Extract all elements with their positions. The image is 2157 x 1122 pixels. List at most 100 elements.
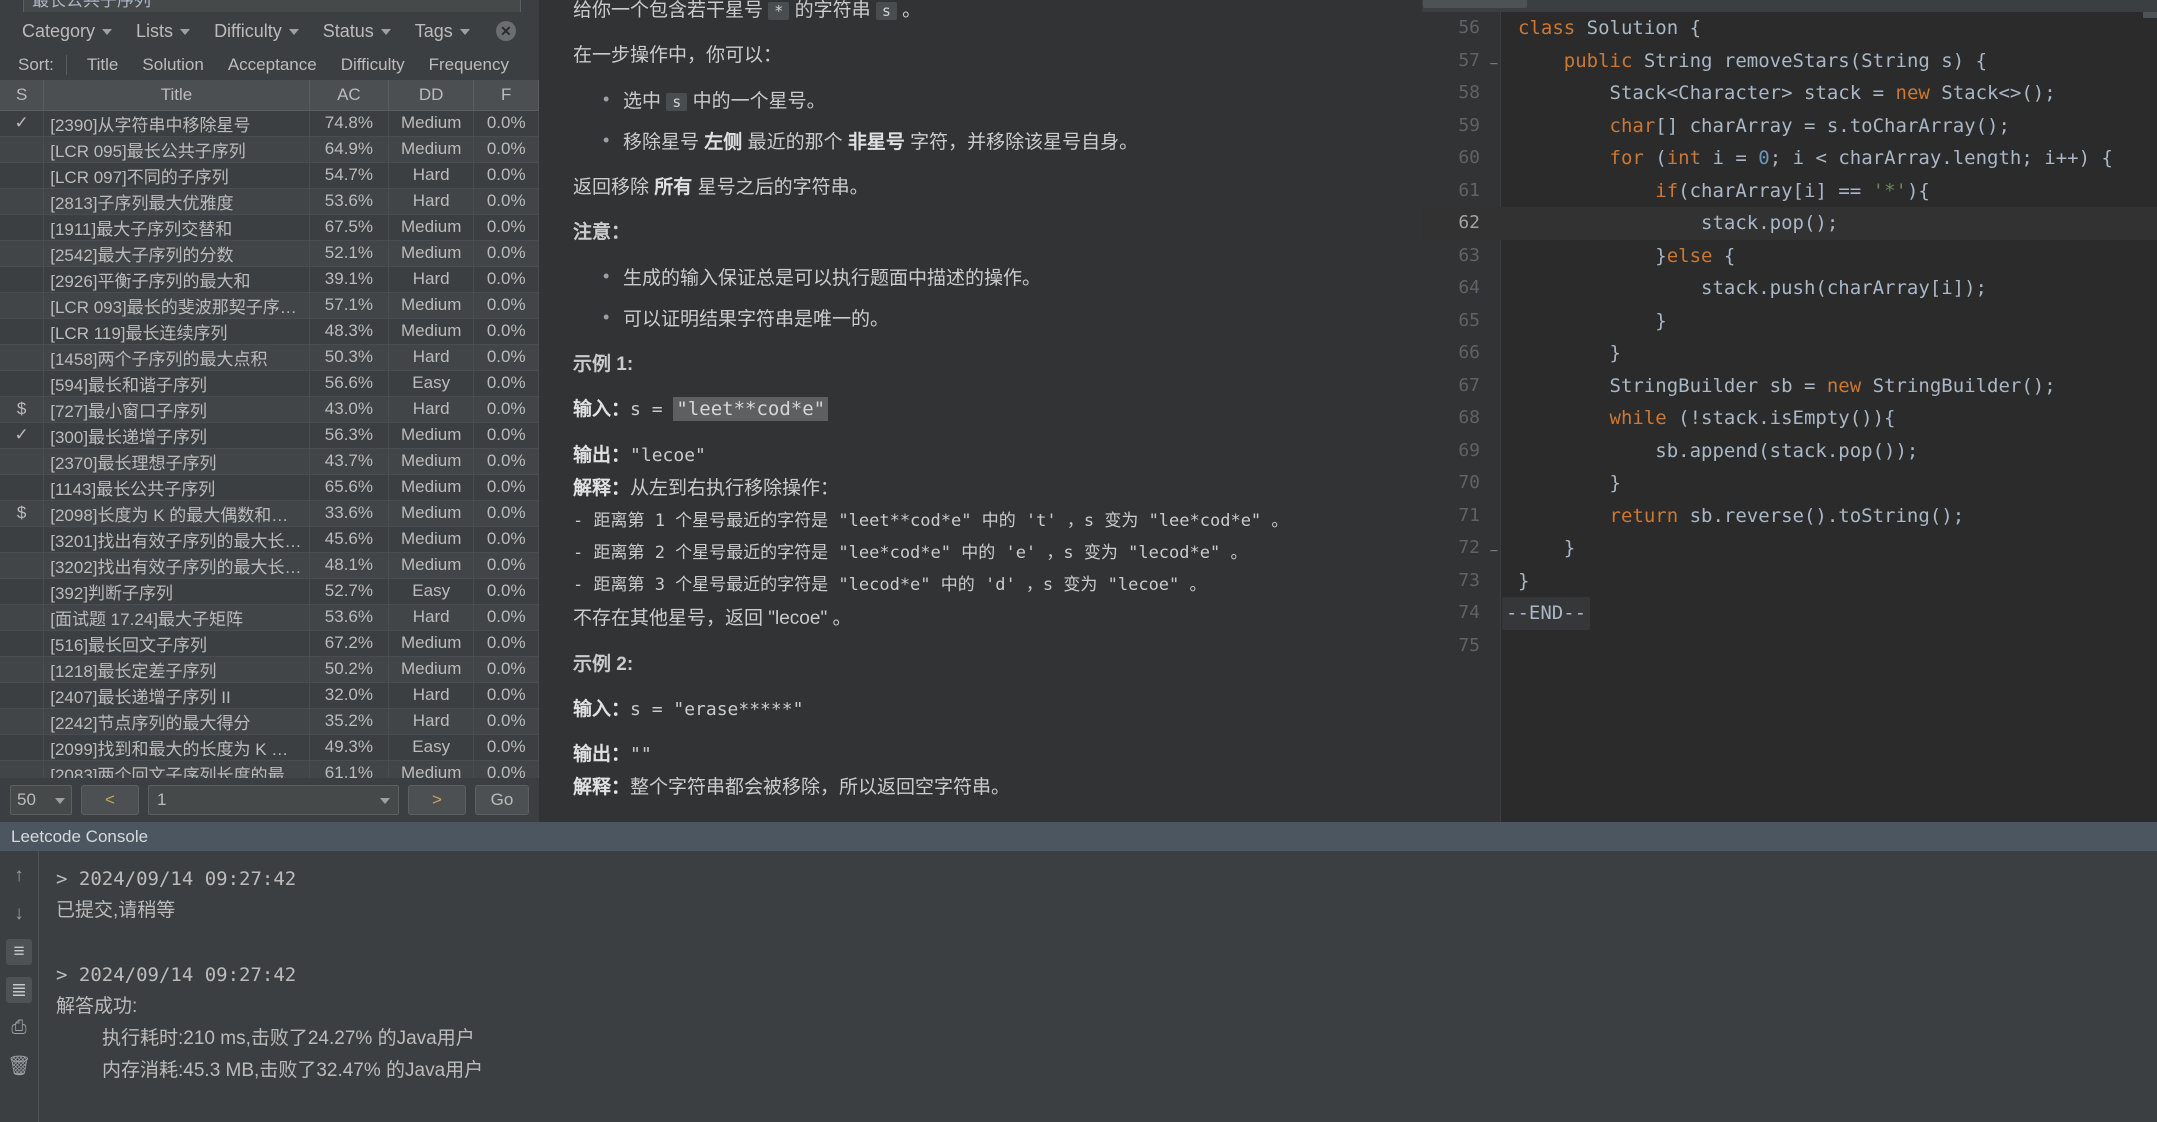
- code-line[interactable]: 64 stack.push(charArray[i]);: [1422, 272, 2157, 305]
- cell-acceptance: 61.1%: [309, 760, 389, 778]
- bullet1-bold2: 非星号: [847, 131, 905, 153]
- code-editor-panel[interactable]: 56 class Solution {57− public String remo…: [1422, 0, 2157, 822]
- editor-tab[interactable]: [1423, 0, 1527, 8]
- column-header-status[interactable]: S: [0, 80, 45, 111]
- code-content[interactable]: 56 class Solution {57− public String remo…: [1422, 12, 2157, 822]
- example1-input-value: "leet**cod*e": [673, 397, 829, 422]
- code-line[interactable]: 65 }: [1422, 305, 2157, 338]
- table-row[interactable]: [1458]两个子序列的最大点积 50.3% Hard 0.0%: [0, 344, 539, 371]
- sort-difficulty[interactable]: Difficulty: [329, 55, 417, 75]
- table-row[interactable]: ✓ [2390]从字符串中移除星号 74.8% Medium 0.0%: [0, 110, 539, 137]
- prev-page-button[interactable]: <: [81, 785, 139, 815]
- code-line[interactable]: 56 class Solution {: [1422, 12, 2157, 45]
- bullet1-b: 最近的那个: [742, 131, 848, 153]
- console-output[interactable]: > 2024/09/14 09:27:42 已提交,请稍等 > 2024/09/…: [46, 851, 2157, 1122]
- column-header-dd[interactable]: DD: [388, 80, 475, 111]
- table-row[interactable]: [面试题 17.24]最大子矩阵 53.6% Hard 0.0%: [0, 604, 539, 631]
- filter-difficulty[interactable]: Difficulty: [202, 19, 311, 44]
- clear-filters-icon[interactable]: ✕: [495, 21, 516, 41]
- table-row[interactable]: ✓ [300]最长递增子序列 56.3% Medium 0.0%: [0, 422, 539, 449]
- scroll-to-end-icon[interactable]: ≣: [6, 977, 32, 1003]
- column-header-f[interactable]: F: [473, 80, 539, 111]
- fold-toggle-icon[interactable]: −: [1488, 48, 1500, 81]
- cell-difficulty: Medium: [388, 240, 475, 267]
- table-row[interactable]: $ [2098]长度为 K 的最大偶数和子序列 33.6% Medium 0.0%: [0, 500, 539, 527]
- table-row[interactable]: [3202]找出有效子序列的最大长度 II 48.1% Medium 0.0%: [0, 552, 539, 579]
- go-button[interactable]: Go: [475, 785, 529, 815]
- cell-title: [面试题 17.24]最大子矩阵: [43, 604, 310, 631]
- example2-output: 输出："": [573, 738, 1388, 771]
- search-input[interactable]: 最长公共子序列: [23, 0, 521, 12]
- code-line[interactable]: 70 }: [1422, 467, 2157, 500]
- cell-status: $: [0, 500, 45, 527]
- sort-title[interactable]: Title: [75, 55, 131, 75]
- code-line[interactable]: 71 return sb.reverse().toString();: [1422, 500, 2157, 533]
- table-row[interactable]: [516]最长回文子序列 67.2% Medium 0.0%: [0, 630, 539, 657]
- filter-tags[interactable]: Tags: [403, 19, 482, 44]
- table-row[interactable]: [LCR 093]最长的斐波那契子序列的... 57.1% Medium 0.0%: [0, 292, 539, 319]
- cell-title: [2370]最长理想子序列: [43, 448, 310, 475]
- page-size-select[interactable]: 50: [10, 785, 72, 815]
- fold-toggle-icon[interactable]: −: [1488, 535, 1500, 568]
- code-line[interactable]: 60 for (int i = 0; i < charArray.length;…: [1422, 142, 2157, 175]
- table-row[interactable]: [LCR 097]不同的子序列 54.7% Hard 0.0%: [0, 162, 539, 189]
- problem-description-panel[interactable]: 给你一个包含若干星号 * 的字符串 s 。 在一步操作中，你可以： 选中 s 中…: [539, 0, 1422, 822]
- next-page-button[interactable]: >: [408, 785, 466, 815]
- table-row[interactable]: [2813]子序列最大优雅度 53.6% Hard 0.0%: [0, 188, 539, 215]
- code-line[interactable]: 62 stack.pop();: [1422, 207, 2157, 240]
- code-line[interactable]: 58 Stack<Character> stack = new Stack<>(…: [1422, 77, 2157, 110]
- code-line[interactable]: 68 while (!stack.isEmpty()){: [1422, 402, 2157, 435]
- table-row[interactable]: [1911]最大子序列交替和 67.5% Medium 0.0%: [0, 214, 539, 241]
- column-header-ac[interactable]: AC: [309, 80, 389, 111]
- note-item: 生成的输入保证总是可以执行题面中描述的操作。: [603, 260, 1388, 295]
- problem-table: S Title AC DD F ✓ [2390]从字符串中移除星号 74.8% Med…: [0, 80, 539, 778]
- column-header-title[interactable]: Title: [43, 80, 310, 111]
- table-row[interactable]: [2370]最长理想子序列 43.7% Medium 0.0%: [0, 448, 539, 475]
- code-line[interactable]: 75: [1422, 630, 2157, 663]
- table-row[interactable]: [392]判断子序列 52.7% Easy 0.0%: [0, 578, 539, 605]
- table-row[interactable]: [2242]节点序列的最大得分 35.2% Hard 0.0%: [0, 708, 539, 735]
- sort-acceptance[interactable]: Acceptance: [216, 55, 329, 75]
- filter-category-label: Category: [22, 20, 96, 41]
- table-row[interactable]: [LCR 119]最长连续序列 48.3% Medium 0.0%: [0, 318, 539, 345]
- code-line[interactable]: 66 }: [1422, 337, 2157, 370]
- pagination-bar: 50 < 1 > Go: [0, 778, 539, 822]
- up-arrow-icon[interactable]: ↑: [6, 863, 32, 889]
- code-line[interactable]: 63 }else {: [1422, 240, 2157, 273]
- code-line[interactable]: 59 char[] charArray = s.toCharArray();: [1422, 110, 2157, 143]
- table-row[interactable]: [2083]两个回文子序列长度的最大... 61.1% Medium 0.0%: [0, 760, 539, 778]
- problem-table-container[interactable]: S Title AC DD F ✓ [2390]从字符串中移除星号 74.8% Med…: [0, 80, 539, 778]
- table-row[interactable]: [2099]找到和最大的长度为 K 的子... 49.3% Easy 0.0%: [0, 734, 539, 761]
- filter-status[interactable]: Status: [311, 19, 403, 44]
- filter-category[interactable]: Category: [10, 19, 124, 44]
- example2-explain-text: 整个字符串都会被移除，所以返回空字符串。: [630, 777, 1011, 799]
- table-row[interactable]: [594]最长和谐子序列 56.6% Easy 0.0%: [0, 370, 539, 397]
- down-arrow-icon[interactable]: ↓: [6, 901, 32, 927]
- table-row[interactable]: [2407]最长递增子序列 II 32.0% Hard 0.0%: [0, 682, 539, 709]
- filter-lists[interactable]: Lists: [124, 19, 202, 44]
- code-line[interactable]: 72− }: [1422, 532, 2157, 565]
- code-line[interactable]: 73}: [1422, 565, 2157, 598]
- table-row[interactable]: [1218]最长定差子序列 50.2% Medium 0.0%: [0, 656, 539, 683]
- table-row[interactable]: [3201]找出有效子序列的最大长度 I 45.6% Medium 0.0%: [0, 526, 539, 553]
- code-line[interactable]: 67 StringBuilder sb = new StringBuilder(…: [1422, 370, 2157, 403]
- table-row[interactable]: [2542]最大子序列的分数 52.1% Medium 0.0%: [0, 240, 539, 267]
- page-number-combo[interactable]: 1: [148, 785, 399, 815]
- code-line[interactable]: 57− public String removeStars(String s) …: [1422, 45, 2157, 78]
- sort-solution[interactable]: Solution: [130, 55, 215, 75]
- cell-acceptance: 74.8%: [309, 110, 389, 137]
- cell-frequency: 0.0%: [473, 344, 539, 371]
- table-row[interactable]: [LCR 095]最长公共子序列 64.9% Medium 0.0%: [0, 136, 539, 163]
- code-line[interactable]: 61 if(charArray[i] == '*'){: [1422, 175, 2157, 208]
- table-row[interactable]: $ [727]最小窗口子序列 43.0% Hard 0.0%: [0, 396, 539, 423]
- table-row[interactable]: [2926]平衡子序列的最大和 39.1% Hard 0.0%: [0, 266, 539, 293]
- sort-frequency[interactable]: Frequency: [417, 55, 521, 75]
- table-row[interactable]: [1143]最长公共子序列 65.6% Medium 0.0%: [0, 474, 539, 501]
- soft-wrap-icon[interactable]: ≡: [6, 939, 32, 965]
- cell-acceptance: 35.2%: [309, 708, 389, 735]
- code-line[interactable]: 69 sb.append(stack.pop());: [1422, 435, 2157, 468]
- trash-icon[interactable]: 🗑: [6, 1053, 32, 1079]
- cell-acceptance: 43.7%: [309, 448, 389, 475]
- print-icon[interactable]: ⎙: [6, 1015, 32, 1041]
- code-line[interactable]: 74 --END--: [1422, 597, 2157, 630]
